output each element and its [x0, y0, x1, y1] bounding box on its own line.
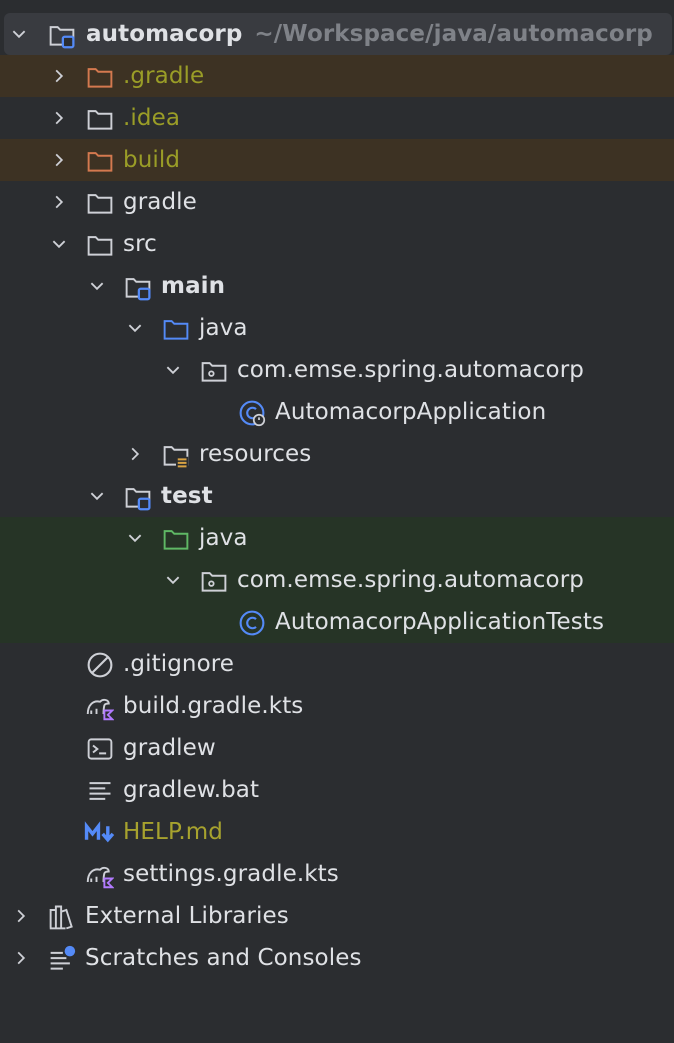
- test-folder-icon: [163, 530, 189, 550]
- tree-label-main-class: AutomacorpApplication: [275, 399, 547, 425]
- tree-label-build-gradle: build.gradle.kts: [123, 693, 304, 719]
- chevron-down-icon[interactable]: [164, 571, 182, 589]
- chevron-down-icon[interactable]: [126, 319, 144, 337]
- chevron-right-icon[interactable]: [126, 445, 144, 463]
- module-folder-icon: [125, 278, 151, 301]
- module-folder-icon: [49, 26, 75, 49]
- tree-label-dot-gradle: .gradle: [123, 63, 205, 89]
- tree-label-build: build: [123, 147, 181, 173]
- gradle-kotlin-icon: [86, 698, 114, 721]
- text-file-icon: [89, 782, 111, 800]
- tree-row-build-gradle[interactable]: build.gradle.kts: [0, 685, 674, 727]
- libraries-icon: [49, 905, 73, 930]
- tree-row-main-package[interactable]: com.emse.spring.automacorp: [0, 349, 674, 391]
- chevron-right-icon[interactable]: [12, 949, 30, 967]
- tree-row-help[interactable]: HELP.md: [0, 811, 674, 853]
- chevron-down-icon[interactable]: [88, 277, 106, 295]
- gradle-kotlin-icon: [86, 866, 114, 889]
- tree-label-gradle: gradle: [123, 189, 197, 215]
- tree-label-external-libraries: External Libraries: [85, 903, 289, 929]
- tree-row-gitignore[interactable]: .gitignore: [0, 643, 674, 685]
- tree-row-external-libraries[interactable]: External Libraries: [0, 895, 674, 937]
- tree-label-main-package: com.emse.spring.automacorp: [237, 357, 584, 383]
- chevron-right-icon[interactable]: [50, 67, 68, 85]
- resources-folder-icon: [163, 446, 189, 468]
- chevron-down-icon[interactable]: [164, 361, 182, 379]
- tree-row-build[interactable]: build: [0, 139, 674, 181]
- project-path: ~/Workspace/java/automacorp: [254, 21, 653, 47]
- tree-label-resources: resources: [199, 441, 312, 467]
- tree-row-scratches[interactable]: Scratches and Consoles: [0, 937, 674, 979]
- package-icon: [201, 572, 227, 592]
- tree-row-gradlew[interactable]: gradlew: [0, 727, 674, 769]
- tree-label-test: test: [161, 483, 213, 509]
- tree-row-test[interactable]: test: [0, 475, 674, 517]
- project-tree: automacorp ~/Workspace/java/automacorp .g…: [0, 0, 674, 1043]
- class-icon: [239, 610, 265, 636]
- project-name: automacorp: [86, 21, 243, 47]
- tree-label-settings-gradle: settings.gradle.kts: [123, 861, 339, 887]
- tree-label-gitignore: .gitignore: [123, 651, 235, 677]
- chevron-right-icon[interactable]: [12, 907, 30, 925]
- tree-label-test-class: AutomacorpApplicationTests: [275, 609, 605, 635]
- tree-label-idea: .idea: [123, 105, 181, 131]
- chevron-down-icon[interactable]: [50, 235, 68, 253]
- tree-label-gradlew: gradlew: [123, 735, 216, 761]
- chevron-down-icon[interactable]: [126, 529, 144, 547]
- tree-label-help: HELP.md: [123, 819, 223, 845]
- tree-label-gradlew-bat: gradlew.bat: [123, 777, 260, 803]
- folder-icon: [87, 194, 113, 214]
- chevron-right-icon[interactable]: [50, 193, 68, 211]
- folder-icon: [87, 152, 113, 172]
- tree-row-src[interactable]: src: [0, 223, 674, 265]
- tree-label-src: src: [123, 231, 157, 257]
- tree-row-gradlew-bat[interactable]: gradlew.bat: [0, 769, 674, 811]
- chevron-right-icon[interactable]: [50, 109, 68, 127]
- tree-label-main-java: java: [199, 315, 248, 341]
- package-icon: [201, 362, 227, 382]
- chevron-down-icon[interactable]: [88, 487, 106, 505]
- tree-row-test-java[interactable]: java: [0, 517, 674, 559]
- folder-icon: [87, 68, 113, 88]
- chevron-right-icon[interactable]: [50, 151, 68, 169]
- tree-row-resources[interactable]: resources: [0, 433, 674, 475]
- tree-row-project-root[interactable]: automacorp ~/Workspace/java/automacorp: [4, 13, 672, 55]
- tree-row-dot-gradle[interactable]: .gradle: [0, 55, 674, 97]
- tree-row-main[interactable]: main: [0, 265, 674, 307]
- module-folder-icon: [125, 488, 151, 511]
- tree-row-test-package[interactable]: com.emse.spring.automacorp: [0, 559, 674, 601]
- folder-icon: [87, 110, 113, 130]
- source-folder-icon: [163, 320, 189, 340]
- spring-boot-class-icon: [239, 400, 266, 427]
- tree-row-idea[interactable]: .idea: [0, 97, 674, 139]
- tree-row-main-class[interactable]: AutomacorpApplication: [0, 391, 674, 433]
- markdown-icon: [84, 821, 115, 843]
- tree-label-scratches: Scratches and Consoles: [85, 945, 362, 971]
- tree-label-test-package: com.emse.spring.automacorp: [237, 567, 584, 593]
- tree-label-main: main: [161, 273, 226, 299]
- tree-row-main-java[interactable]: java: [0, 307, 674, 349]
- tree-row-gradle[interactable]: gradle: [0, 181, 674, 223]
- tree-row-settings-gradle[interactable]: settings.gradle.kts: [0, 853, 674, 895]
- tree-row-test-class[interactable]: AutomacorpApplicationTests: [0, 601, 674, 643]
- tree-label-test-java: java: [199, 525, 248, 551]
- folder-icon: [87, 236, 113, 256]
- chevron-down-icon[interactable]: [10, 25, 28, 43]
- terminal-icon: [87, 738, 113, 760]
- ignored-file-icon: [87, 652, 113, 678]
- scratches-icon: [50, 945, 76, 970]
